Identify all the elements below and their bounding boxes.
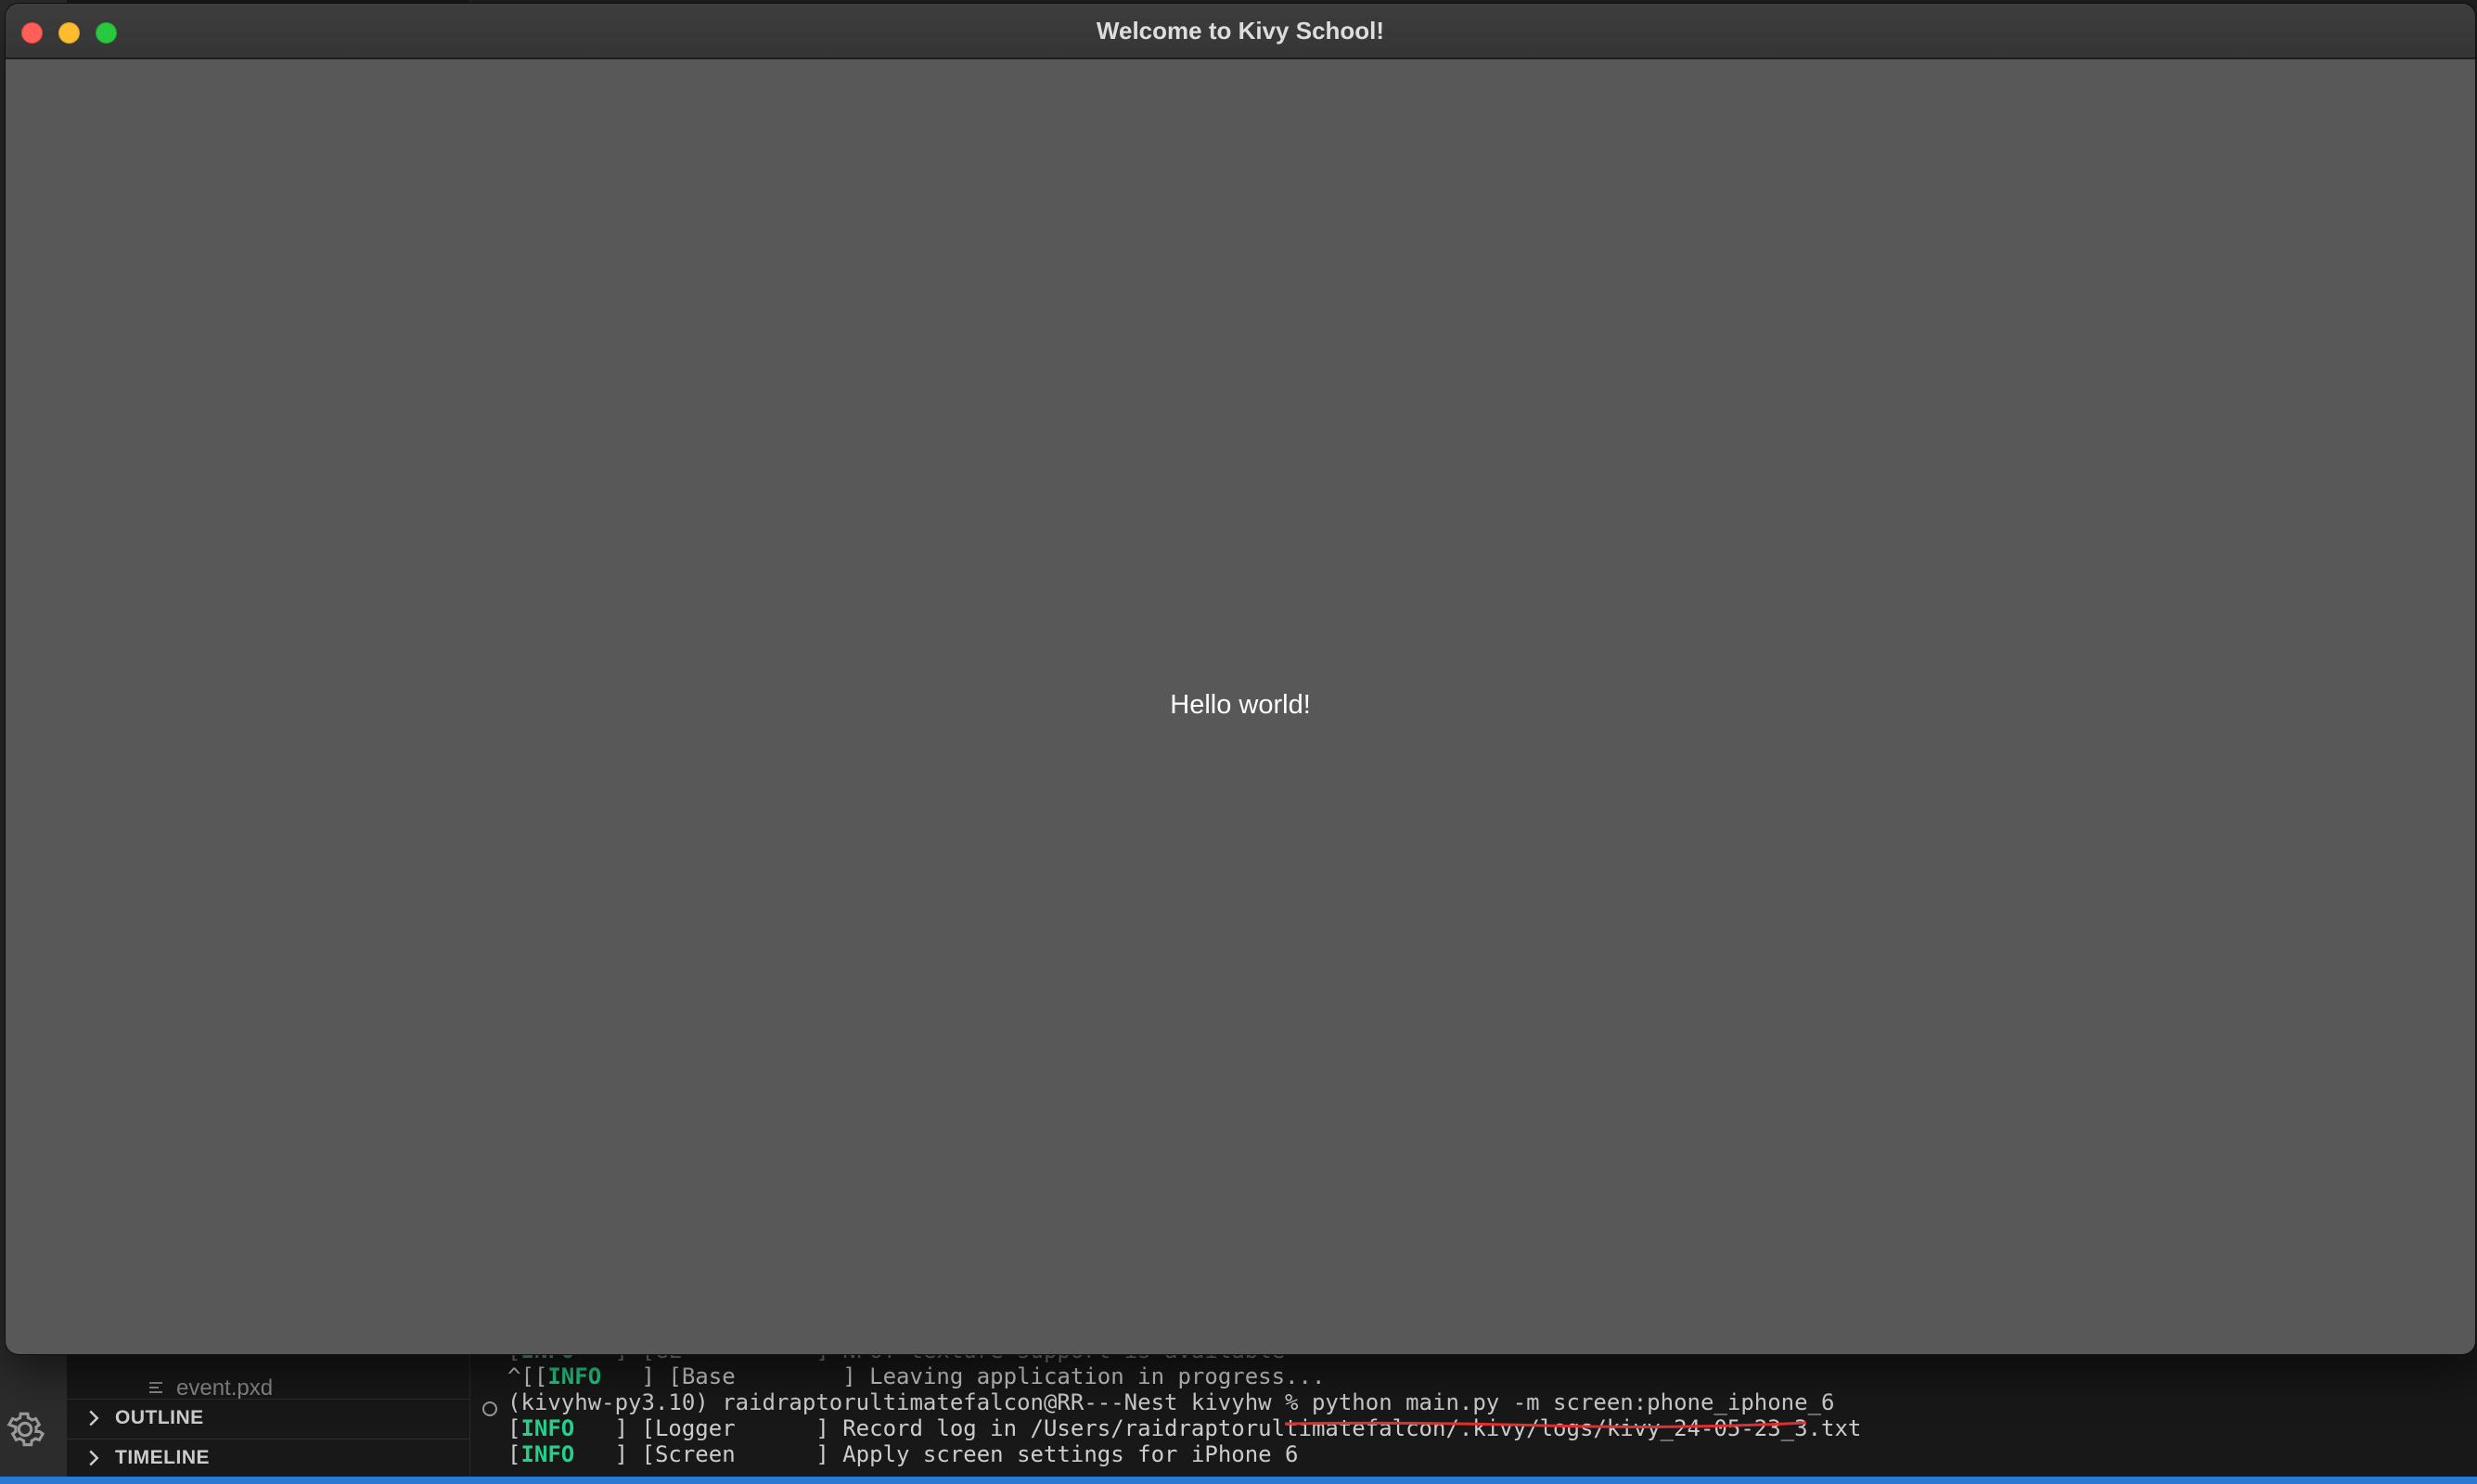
chevron-right-icon	[89, 1410, 99, 1426]
terminal-line: ^[[INFO ] [Base ] Leaving application in…	[507, 1363, 1326, 1389]
terminal-command: python main.py -m screen:phone_iphone_6	[1311, 1389, 1835, 1415]
gear-icon[interactable]	[4, 1408, 46, 1451]
terminal-line: [INFO ] [Logger ] Record log in /Users/r…	[507, 1415, 1862, 1441]
outline-section-header[interactable]: OUTLINE	[67, 1399, 469, 1437]
chevron-right-icon	[89, 1450, 99, 1466]
file-item-label: event.pxd	[176, 1375, 274, 1401]
timeline-label: TIMELINE	[115, 1447, 210, 1468]
status-bar	[0, 1477, 2477, 1484]
timeline-section-header[interactable]: TIMELINE	[67, 1439, 469, 1477]
terminal-line: [INFO ] [Screen ] Apply screen settings …	[507, 1441, 1299, 1467]
window-title: Welcome to Kivy School!	[1096, 17, 1385, 45]
kivy-app-window[interactable]: Welcome to Kivy School! Hello world!	[6, 4, 2475, 1354]
hello-label: Hello world!	[1170, 690, 1311, 720]
prompt-circle-icon	[482, 1401, 497, 1416]
file-lines-icon	[149, 1382, 162, 1393]
terminal-prompt-line: (kivyhw-py3.10) raidraptorultimatefalcon…	[507, 1389, 1834, 1415]
outline-label: OUTLINE	[115, 1407, 204, 1428]
terminal-prompt: (kivyhw-py3.10) raidraptorultimatefalcon…	[507, 1389, 1312, 1415]
window-titlebar[interactable]: Welcome to Kivy School!	[6, 4, 2475, 59]
terminal-panel[interactable]: [INFO ] [GL ] NPOT texture support is av…	[470, 1336, 2477, 1477]
